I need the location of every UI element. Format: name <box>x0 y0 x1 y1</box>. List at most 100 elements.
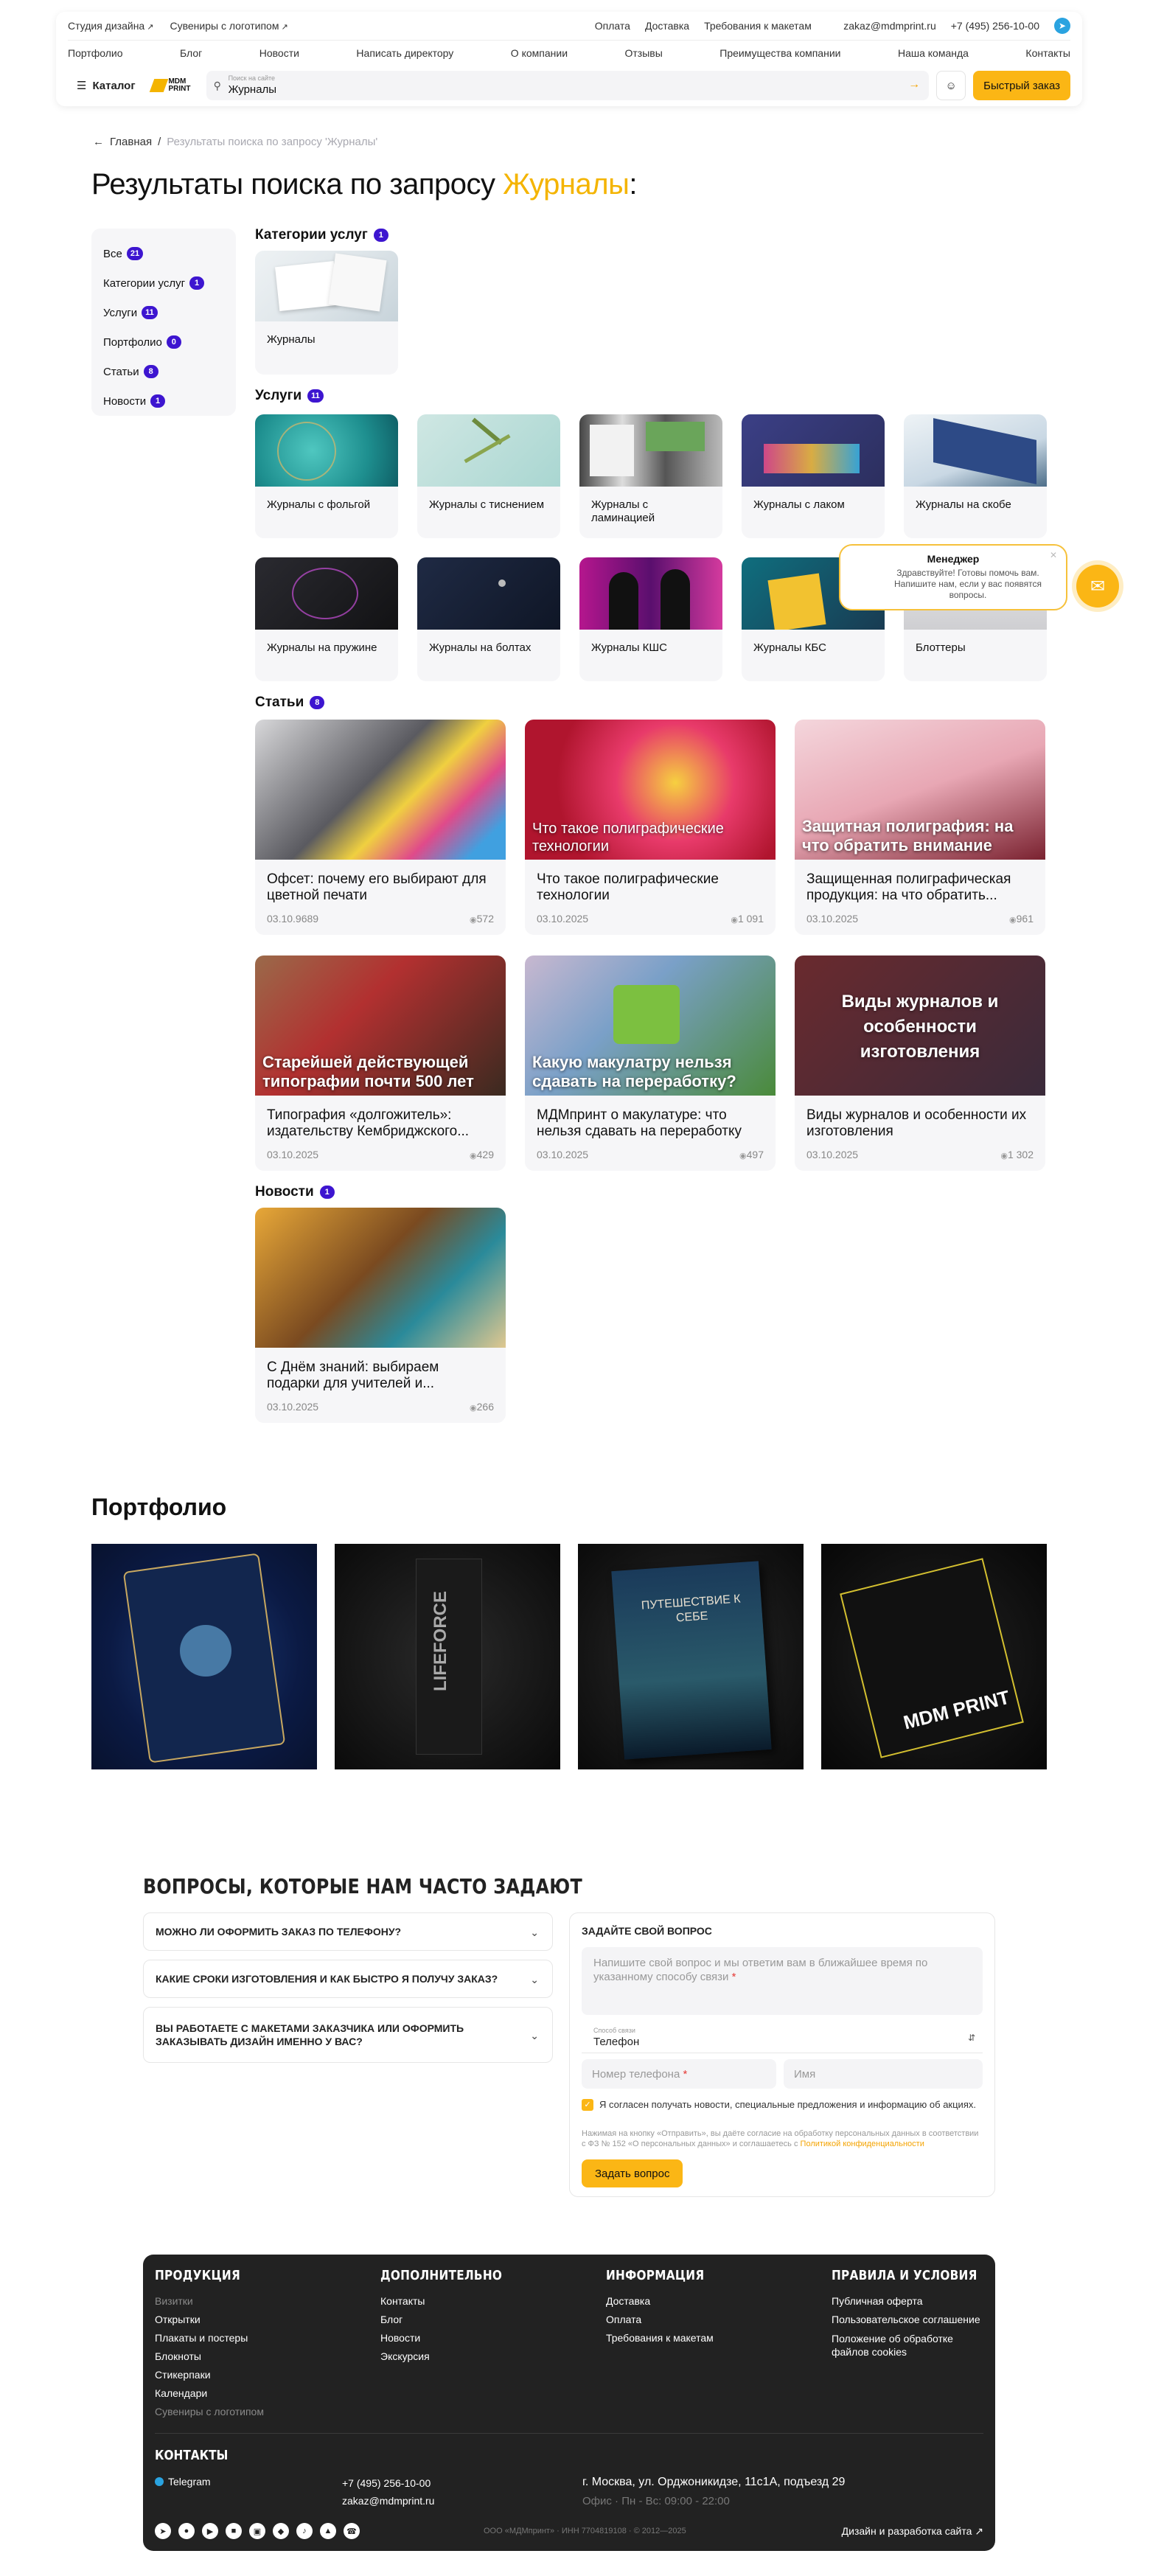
service-card[interactable]: Журналы на скобе <box>904 414 1047 538</box>
search-label: Поиск на сайте <box>228 74 276 82</box>
service-card[interactable]: Журналы с фольгой <box>255 414 398 538</box>
article-card[interactable]: Виды журналов и особенности изготовления… <box>795 955 1045 1171</box>
news-card[interactable]: С Днём знаний: выбираем подарки для учит… <box>255 1208 506 1423</box>
footer-link[interactable]: Пользовательское соглашение <box>832 2311 983 2329</box>
site-logo[interactable]: MDM PRINT <box>149 75 199 96</box>
chat-button[interactable]: ✉ <box>1076 565 1119 608</box>
service-image <box>255 557 398 630</box>
filter-all[interactable]: Все 21 <box>103 239 224 268</box>
filter-portfolio[interactable]: Портфолио 0 <box>103 327 224 357</box>
page-title: Результаты поиска по запросу Журналы: <box>91 168 637 201</box>
footer-link[interactable]: Календари <box>155 2384 264 2403</box>
nav-contacts[interactable]: Контакты <box>1025 47 1070 59</box>
nav-blog[interactable]: Блог <box>180 47 202 59</box>
filter-articles[interactable]: Статьи 8 <box>103 357 224 386</box>
service-card[interactable]: Журналы КШС <box>579 557 722 681</box>
contact-method-select[interactable]: Способ связи Телефон ⇵ <box>582 2022 983 2053</box>
portfolio-item[interactable] <box>91 1544 317 1769</box>
chevron-down-icon: ⌄ <box>530 1974 539 1985</box>
filter-categories[interactable]: Категории услуг 1 <box>103 268 224 298</box>
filter-services[interactable]: Услуги 11 <box>103 298 224 327</box>
submit-question-button[interactable]: Задать вопрос <box>582 2159 683 2187</box>
breadcrumb: ← Главная / Результаты поиска по запросу… <box>93 136 377 148</box>
phone-field[interactable]: Номер телефона * <box>582 2059 776 2089</box>
faq-item[interactable]: Какие сроки изготовления и как быстро я … <box>143 1960 553 1998</box>
vk-icon[interactable]: ● <box>178 2523 195 2539</box>
footer-link[interactable]: Блокноты <box>155 2347 264 2366</box>
nav-news[interactable]: Новости <box>259 47 299 59</box>
nav-advantages[interactable]: Преимущества компании <box>719 47 840 59</box>
close-icon[interactable]: ✕ <box>1050 550 1057 560</box>
arrow-right-icon[interactable]: → <box>908 78 920 91</box>
quick-order-button[interactable]: Быстрый заказ <box>973 71 1070 100</box>
article-card[interactable]: Старейшей действующей типографии почти 5… <box>255 955 506 1171</box>
footer-telegram-link[interactable]: Telegram <box>155 2476 211 2488</box>
footer-link[interactable]: Публичная оферта <box>832 2292 983 2311</box>
consent-checkbox[interactable]: ✓ Я согласен получать новости, специальн… <box>582 2099 983 2111</box>
footer-link[interactable]: Требования к макетам <box>606 2329 722 2347</box>
header-email-link[interactable]: zakaz@mdmprint.ru <box>843 20 935 32</box>
footer-link[interactable]: Оплата <box>606 2311 722 2329</box>
breadcrumb-home[interactable]: Главная <box>110 136 152 148</box>
telegram-icon[interactable]: ➤ <box>1054 18 1070 34</box>
article-card[interactable]: Что такое полиграфические технологии Что… <box>525 720 776 935</box>
service-card[interactable]: Журналы с ламинацией <box>579 414 722 538</box>
faq-item[interactable]: Можно ли оформить заказ по телефону? ⌄ <box>143 1912 553 1951</box>
name-field[interactable]: Имя <box>784 2059 983 2089</box>
footer-link[interactable]: Сувениры с логотипом <box>155 2403 264 2421</box>
footer-heading-text: Дополнительно <box>380 2268 503 2283</box>
search-input[interactable]: ⚲ Поиск на сайте Журналы → <box>206 71 930 100</box>
tumblr-icon[interactable]: ▲ <box>320 2523 336 2539</box>
footer-link[interactable]: Новости <box>380 2329 523 2347</box>
filter-count-badge: 0 <box>166 335 181 349</box>
article-card[interactable]: Какую макулатру нельзя сдавать на перера… <box>525 955 776 1171</box>
faq-item[interactable]: Вы работаете с макетами заказчика или оф… <box>143 2007 553 2063</box>
footer-email[interactable]: zakaz@mdmprint.ru <box>342 2492 434 2510</box>
service-card[interactable]: Журналы с лаком <box>742 414 885 538</box>
footer-link[interactable]: Контакты <box>380 2292 523 2311</box>
whatsapp-icon[interactable]: ☎ <box>344 2523 360 2539</box>
user-button[interactable]: ☺ <box>936 71 966 100</box>
portfolio-item[interactable]: LIFEFORCE <box>335 1544 560 1769</box>
payment-link[interactable]: Оплата <box>595 20 630 32</box>
design-studio-link[interactable]: Студия дизайна <box>68 20 154 32</box>
footer-link[interactable]: Экскурсия <box>380 2347 523 2366</box>
nav-team[interactable]: Наша команда <box>898 47 969 59</box>
filter-news[interactable]: Новости 1 <box>103 386 224 416</box>
requirements-link[interactable]: Требования к макетам <box>704 20 812 32</box>
footer-link[interactable]: Плакаты и постеры <box>155 2329 264 2347</box>
header-phone-link[interactable]: +7 (495) 256-10-00 <box>951 20 1039 32</box>
footer-link[interactable]: Положение об обработке файлов cookies <box>832 2332 983 2359</box>
souvenirs-link[interactable]: Сувениры с логотипом <box>170 20 288 32</box>
footer-link[interactable]: Блог <box>380 2311 523 2329</box>
nav-write-director[interactable]: Написать директору <box>356 47 453 59</box>
service-card[interactable]: Журналы на пружине <box>255 557 398 681</box>
pinterest-icon[interactable]: ◆ <box>273 2523 289 2539</box>
nav-portfolio[interactable]: Портфолио <box>68 47 123 59</box>
footer-link[interactable]: Стикерпаки <box>155 2366 264 2384</box>
footer-link[interactable]: Доставка <box>606 2292 722 2311</box>
article-meta: 03.10.2025 429 <box>267 1149 494 1160</box>
article-card[interactable]: Офсет: почему его выбирают для цветной п… <box>255 720 506 935</box>
tiktok-icon[interactable]: ♪ <box>296 2523 313 2539</box>
footer-link[interactable]: Визитки <box>155 2292 264 2311</box>
catalog-button[interactable]: ☰ Каталог <box>68 72 144 99</box>
site-developer-link[interactable]: Дизайн и разработка сайта <box>842 2525 983 2538</box>
instagram-icon[interactable]: ▣ <box>249 2523 265 2539</box>
portfolio-item[interactable]: MDM PRINT <box>821 1544 1047 1769</box>
service-card[interactable]: Журналы с тиснением <box>417 414 560 538</box>
article-card[interactable]: Защитная полиграфия: на что обратить вни… <box>795 720 1045 935</box>
delivery-link[interactable]: Доставка <box>645 20 689 32</box>
footer-link[interactable]: Открытки <box>155 2311 264 2329</box>
rutube-icon[interactable]: ■ <box>226 2523 242 2539</box>
category-card[interactable]: Журналы <box>255 251 398 375</box>
footer-phone[interactable]: +7 (495) 256-10-00 <box>342 2474 434 2492</box>
privacy-policy-link[interactable]: Политикой конфиденциальности <box>801 2140 924 2148</box>
portfolio-item[interactable]: ПУТЕШЕСТВИЕ К СЕБЕ <box>578 1544 804 1769</box>
nav-about[interactable]: О компании <box>511 47 568 59</box>
nav-reviews[interactable]: Отзывы <box>625 47 663 59</box>
question-textarea[interactable]: Напишите свой вопрос и мы ответим вам в … <box>582 1947 983 2015</box>
telegram-icon[interactable]: ➤ <box>155 2523 171 2539</box>
youtube-icon[interactable]: ▶ <box>202 2523 218 2539</box>
service-card[interactable]: Журналы на болтах <box>417 557 560 681</box>
